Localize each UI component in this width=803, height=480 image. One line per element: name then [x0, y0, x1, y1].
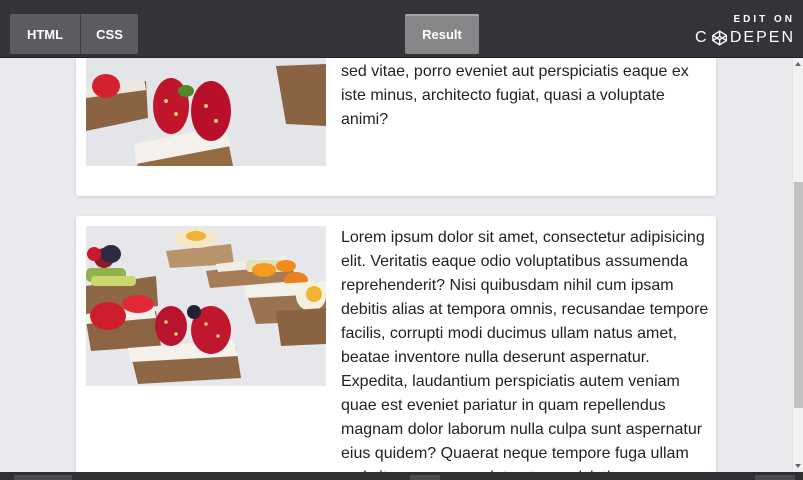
bottom-bar-segment [14, 475, 72, 480]
scroll-up-arrow-icon[interactable] [795, 62, 801, 66]
edit-on-label: EDIT ON [733, 14, 795, 25]
bottom-bar-segment [410, 475, 440, 480]
card-body-text: quae est eveniet pariatur in quam repell… [341, 63, 689, 128]
result-viewport: quae est eveniet pariatur in quam repell… [0, 58, 792, 472]
bottom-bar-segment [755, 475, 795, 480]
codepen-toolbar: HTML CSS Result EDIT ON C DEPEN [0, 0, 803, 58]
scroll-down-arrow-icon[interactable] [795, 464, 801, 468]
content-card: Lorem ipsum dolor sit amet, consectetur … [76, 216, 716, 472]
tab-result[interactable]: Result [405, 14, 479, 54]
toast-berries-image [86, 226, 326, 386]
card-body-text: Lorem ipsum dolor sit amet, consectetur … [341, 229, 709, 472]
codepen-brand: C DEPEN [695, 29, 795, 47]
codepen-logo-text-c: C [695, 29, 709, 46]
edit-on-codepen-link[interactable]: EDIT ON C DEPEN [695, 14, 795, 48]
bottom-bar-edge [0, 472, 803, 480]
codepen-brand-text: DEPEN [729, 29, 795, 46]
codepen-cube-icon [711, 30, 727, 46]
toast-berries-image [86, 58, 326, 166]
scrollbar-thumb[interactable] [794, 182, 803, 408]
tab-css[interactable]: CSS [81, 14, 138, 54]
content-card: quae est eveniet pariatur in quam repell… [76, 58, 716, 196]
vertical-scrollbar[interactable] [792, 58, 803, 472]
tab-html[interactable]: HTML [10, 14, 81, 54]
editor-tab-group: HTML CSS [10, 14, 138, 54]
food-photo [86, 226, 326, 386]
food-photo [86, 58, 326, 166]
